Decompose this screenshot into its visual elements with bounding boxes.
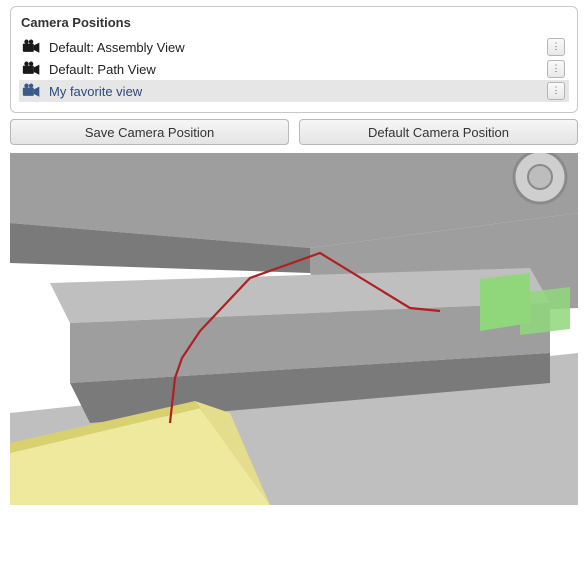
- camera-icon: [21, 60, 43, 78]
- camera-icon: [21, 82, 43, 100]
- save-camera-button[interactable]: Save Camera Position: [10, 119, 289, 145]
- camera-row-menu-button[interactable]: ⋮: [547, 38, 565, 56]
- kebab-icon: ⋮: [552, 42, 561, 51]
- camera-row-favorite[interactable]: My favorite view ⋮: [19, 80, 569, 102]
- button-row: Save Camera Position Default Camera Posi…: [10, 119, 578, 145]
- camera-row-menu-button[interactable]: ⋮: [547, 60, 565, 78]
- camera-row-path[interactable]: Default: Path View ⋮: [19, 58, 569, 80]
- camera-row-menu-button[interactable]: ⋮: [547, 82, 565, 100]
- camera-label: Default: Assembly View: [49, 40, 541, 55]
- 3d-viewport[interactable]: [10, 153, 578, 505]
- camera-label: My favorite view: [49, 84, 541, 99]
- scene-render: [10, 153, 578, 505]
- kebab-icon: ⋮: [552, 86, 561, 95]
- camera-row-assembly[interactable]: Default: Assembly View ⋮: [19, 36, 569, 58]
- panel-title: Camera Positions: [19, 13, 569, 36]
- camera-positions-panel: Camera Positions Default: Assembly View …: [10, 6, 578, 113]
- camera-label: Default: Path View: [49, 62, 541, 77]
- kebab-icon: ⋮: [552, 64, 561, 73]
- camera-list: Default: Assembly View ⋮ Default: Path V…: [19, 36, 569, 102]
- camera-icon: [21, 38, 43, 56]
- default-camera-button[interactable]: Default Camera Position: [299, 119, 578, 145]
